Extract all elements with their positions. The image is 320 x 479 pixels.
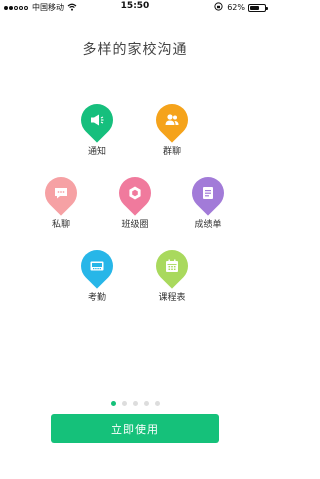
feature-group[interactable]: 群聊 [142, 97, 202, 157]
calendar-icon [156, 250, 188, 282]
card-reader-icon [81, 250, 113, 282]
page-title: 多样的家校沟通 [82, 42, 188, 58]
chat-bubble-icon [45, 177, 77, 209]
attendance-pin [74, 243, 120, 289]
feature-private[interactable]: 私聊 [31, 170, 91, 230]
page-dot [154, 401, 160, 406]
start-using-button[interactable]: 立即使用 [51, 414, 219, 443]
battery-icon [248, 3, 268, 12]
page-dot [110, 401, 116, 406]
feature-label-schedule: 课程表 [158, 293, 186, 303]
people-icon [156, 104, 188, 136]
feature-label-attendance: 考勤 [87, 293, 106, 303]
class-circle-pin [112, 170, 158, 216]
feature-label-group: 群聊 [162, 147, 181, 157]
feature-label-class-circle: 班级圈 [121, 220, 149, 230]
page-dot [132, 401, 138, 406]
feature-class-circle[interactable]: 班级圈 [105, 170, 165, 230]
megaphone-icon [81, 104, 113, 136]
page-dot [143, 401, 149, 406]
hexagon-icon [119, 177, 151, 209]
battery-fill [250, 5, 259, 10]
notice-pin [74, 97, 120, 143]
feature-attendance[interactable]: 考勤 [67, 243, 127, 303]
battery-percent: 62% [227, 3, 245, 12]
status-right: 62% [214, 2, 268, 13]
feature-report[interactable]: 成绩单 [178, 170, 238, 230]
page-indicator [0, 401, 270, 406]
feature-schedule[interactable]: 课程表 [142, 243, 202, 303]
feature-label-private: 私聊 [51, 220, 70, 230]
group-pin [149, 97, 195, 143]
rotation-lock-icon [214, 2, 223, 13]
document-icon [192, 177, 224, 209]
schedule-pin [149, 243, 195, 289]
feature-label-report: 成绩单 [194, 220, 222, 230]
page-dot [121, 401, 127, 406]
report-pin [185, 170, 231, 216]
status-bar: 中国移动 15:50 62% [0, 0, 270, 14]
feature-label-notice: 通知 [87, 147, 106, 157]
feature-notice[interactable]: 通知 [67, 97, 127, 157]
private-pin [38, 170, 84, 216]
